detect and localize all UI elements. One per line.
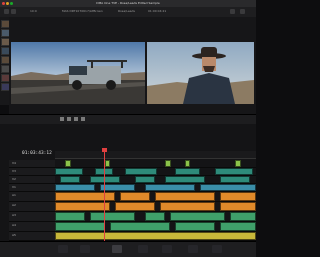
timeline-clip[interactable] — [115, 202, 155, 211]
source-frame-image — [11, 42, 145, 104]
timeline-clip[interactable] — [60, 176, 80, 183]
timeline-clip[interactable] — [65, 160, 71, 167]
color-icon[interactable] — [162, 245, 172, 253]
play-reverse-icon[interactable] — [60, 117, 64, 121]
timeline-clip[interactable] — [55, 168, 83, 175]
timeline-clip[interactable] — [155, 192, 215, 201]
timeline-clip[interactable] — [185, 160, 190, 167]
fairlight-icon[interactable] — [188, 245, 198, 253]
track-label: A5 — [12, 233, 16, 237]
timeline-clip[interactable] — [90, 176, 120, 183]
timeline-clip[interactable] — [55, 184, 95, 191]
track-lane — [55, 192, 256, 202]
timeline-clip[interactable] — [55, 202, 110, 211]
timeline-clip[interactable] — [175, 168, 200, 175]
track-lane — [55, 212, 256, 222]
timeline-clip[interactable] — [170, 212, 225, 221]
track-label: A3 — [12, 213, 16, 217]
timeline-viewer[interactable] — [147, 42, 254, 104]
loop-icon[interactable] — [81, 117, 85, 121]
track-lane — [55, 222, 256, 232]
timeline-frame-image — [147, 42, 254, 104]
cut-icon[interactable] — [80, 245, 90, 253]
track-label: V1 — [12, 185, 16, 189]
timeline-clip[interactable] — [105, 160, 110, 167]
timeline-clip[interactable] — [220, 176, 250, 183]
effects-icon[interactable] — [11, 9, 16, 14]
deliver-icon[interactable] — [212, 245, 222, 253]
track-label: A4 — [12, 223, 16, 227]
timeline-clip[interactable] — [220, 192, 256, 201]
timeline-ruler[interactable] — [55, 151, 256, 159]
media-pool-icon[interactable] — [4, 9, 9, 14]
track-lane — [55, 176, 256, 184]
timeline-clip[interactable] — [145, 212, 165, 221]
fusion-icon[interactable] — [138, 245, 148, 253]
timeline-timecode: 01:03:43:12 — [22, 151, 52, 156]
timeline-clip[interactable] — [145, 184, 195, 191]
playhead[interactable] — [104, 149, 105, 241]
timeline-clip[interactable] — [55, 232, 256, 240]
track-label: A2 — [12, 203, 16, 207]
timeline-timecode-display: 01:00:04:21 — [148, 9, 167, 13]
track-label: V3 — [12, 169, 16, 173]
track-lane — [55, 168, 256, 176]
timeline-name[interactable]: Rosa/Leads — [118, 9, 135, 13]
timeline-clip[interactable] — [215, 168, 253, 175]
track-lane — [55, 184, 256, 192]
inspector-icon[interactable] — [230, 9, 235, 14]
toolbar-left-text: 10:0 — [30, 9, 37, 13]
timeline-clip[interactable] — [55, 192, 115, 201]
media-pool-panel — [0, 17, 10, 105]
timeline-clip[interactable] — [110, 222, 170, 231]
track-label: V2 — [12, 177, 16, 181]
timeline-clip[interactable] — [55, 222, 105, 231]
source-clip-name[interactable]: MAS DRT1070617/LPBrown — [62, 9, 103, 13]
metadata-icon[interactable] — [240, 9, 245, 14]
timeline-clip[interactable] — [175, 222, 215, 231]
timeline-clip[interactable] — [220, 202, 256, 211]
timeline-clip[interactable] — [125, 168, 157, 175]
timeline-clip[interactable] — [200, 184, 256, 191]
timeline-clip[interactable] — [165, 176, 205, 183]
timeline-clip[interactable] — [135, 176, 155, 183]
timeline-clip[interactable] — [100, 184, 135, 191]
timeline-clip[interactable] — [120, 192, 150, 201]
edit-icon[interactable] — [112, 245, 122, 253]
timeline-clip[interactable] — [160, 202, 215, 211]
timeline-clip[interactable] — [235, 160, 241, 167]
stop-icon[interactable] — [67, 117, 71, 121]
track-label: A1 — [12, 193, 16, 197]
track-lane — [55, 232, 256, 241]
timeline-clip[interactable] — [165, 160, 171, 167]
track-label: V4 — [12, 161, 16, 165]
timeline-clip[interactable] — [90, 212, 135, 221]
track-lane — [55, 160, 256, 168]
timeline-clip[interactable] — [230, 212, 256, 221]
timeline-clip[interactable] — [220, 222, 256, 231]
app-title: DMA One TVE - Rosa/Leads Edited Sample — [96, 1, 160, 5]
media-icon[interactable] — [58, 245, 68, 253]
play-icon[interactable] — [74, 117, 78, 121]
source-viewer[interactable] — [11, 42, 145, 104]
track-lane — [55, 202, 256, 212]
timeline-clip[interactable] — [55, 212, 85, 221]
